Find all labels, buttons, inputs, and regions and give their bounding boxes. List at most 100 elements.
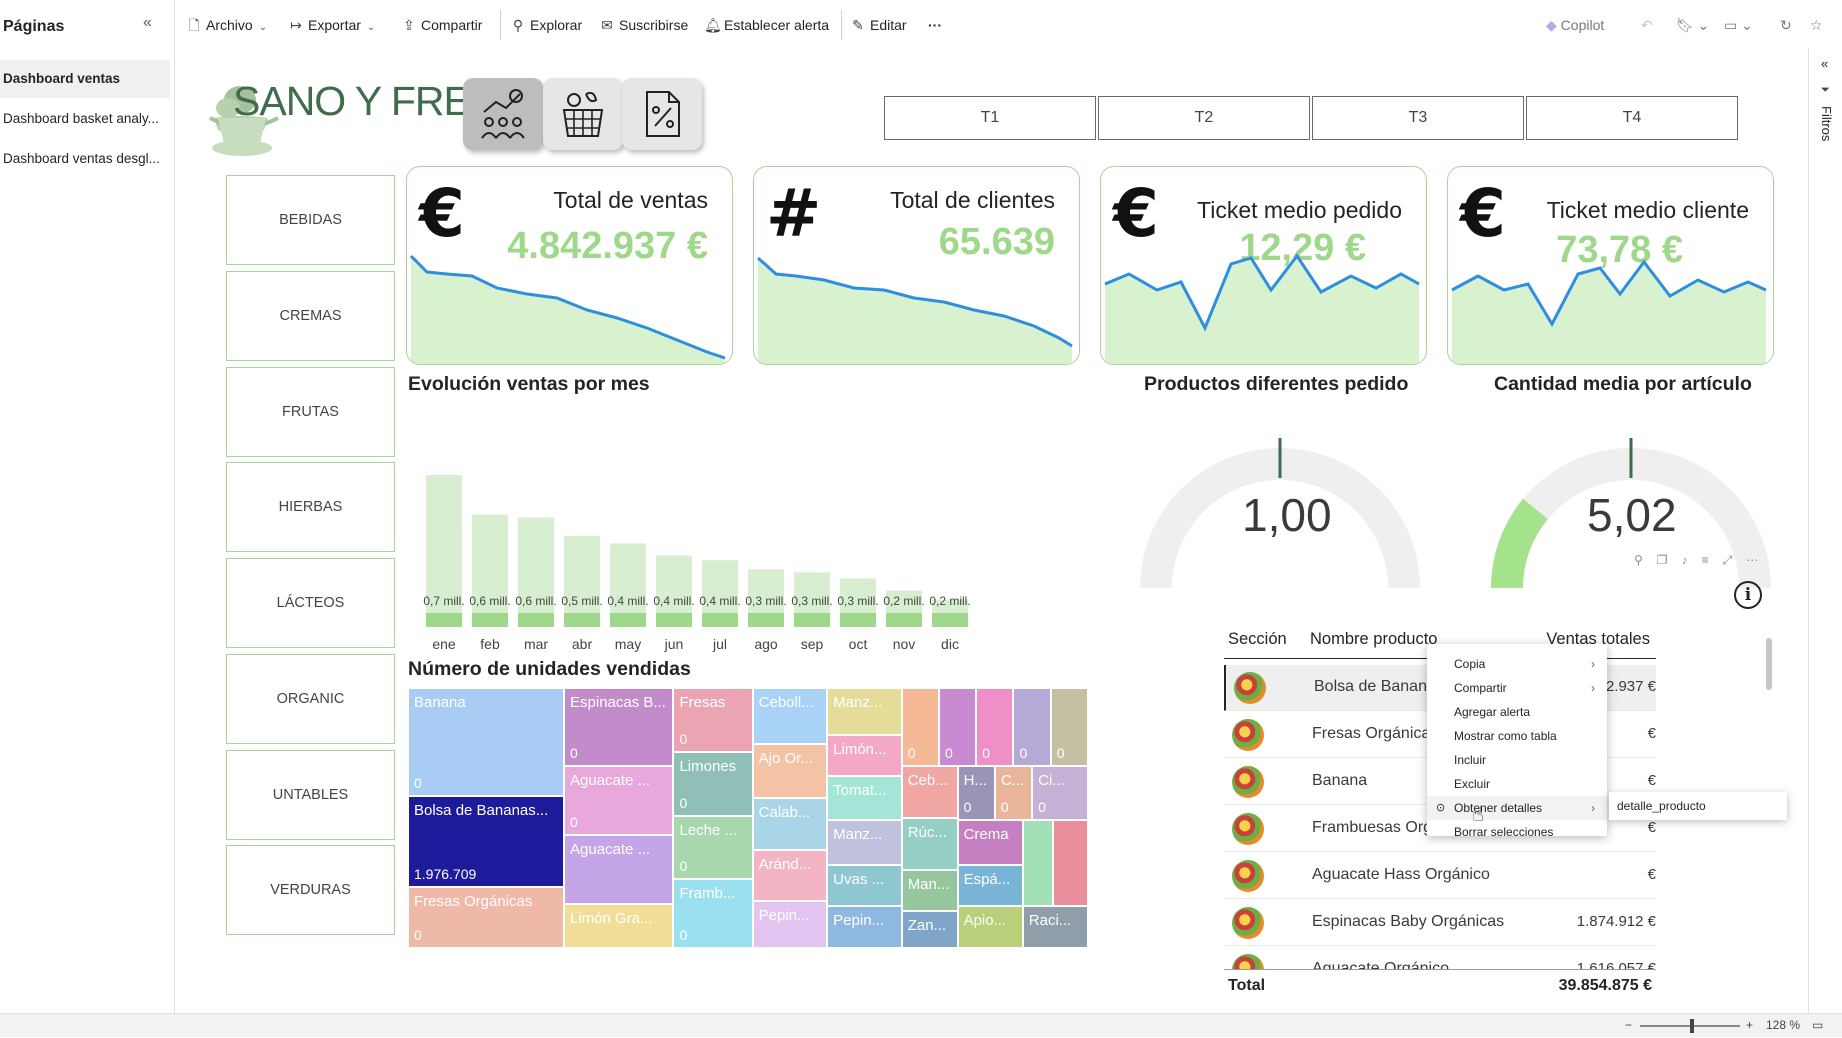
table-scrollbar[interactable]: [1766, 638, 1772, 690]
treemap-cell[interactable]: Aguacate ... 0: [564, 766, 674, 836]
treemap-cell[interactable]: Ceboll...: [752, 688, 828, 745]
expand-chevron-icon[interactable]: «: [1821, 56, 1828, 71]
treemap-cell[interactable]: Aránd...: [752, 849, 828, 902]
treemap-cell[interactable]: Bolsa de Bananas... 1.976.709: [408, 795, 565, 887]
treemap-cell[interactable]: Uvas ...: [827, 864, 902, 907]
table-row[interactable]: Aguacate Hass Orgánico €: [1224, 853, 1656, 899]
treemap-cell[interactable]: Fresas 0: [673, 688, 753, 752]
focus-mode-icon[interactable]: ⤢: [1723, 553, 1747, 567]
treemap-cell[interactable]: Pepin...: [827, 906, 902, 948]
kpi-ticket-medio-pedido[interactable]: € Ticket medio pedido 12,29 €: [1100, 166, 1427, 365]
page-item-ventas-desglose[interactable]: Dashboard ventas desgl...: [0, 140, 170, 178]
treemap-cell[interactable]: 0: [976, 688, 1014, 767]
treemap-cell[interactable]: Manz...: [827, 688, 902, 735]
treemap-cell[interactable]: Limón...: [827, 734, 902, 777]
filters-pane[interactable]: « ⏷ Filtros: [1808, 48, 1842, 1013]
treemap-cell[interactable]: C... 0: [994, 766, 1033, 821]
nav-discount-button[interactable]: [622, 78, 702, 150]
copy-icon[interactable]: ❐: [1657, 553, 1682, 567]
pin-icon[interactable]: ⚲: [1634, 553, 1657, 567]
treemap-cell[interactable]: Ceb...: [901, 766, 958, 818]
page-item-dashboard-ventas[interactable]: Dashboard ventas: [0, 60, 170, 98]
quarter-t3-button[interactable]: T3: [1312, 96, 1524, 140]
quarter-t2-button[interactable]: T2: [1098, 96, 1310, 140]
column-header-producto[interactable]: Nombre producto: [1310, 630, 1437, 649]
refresh-icon[interactable]: ↻: [1780, 14, 1792, 36]
section-frutas-button[interactable]: FRUTAS: [226, 367, 395, 457]
nav-basket-button[interactable]: [543, 78, 623, 150]
section-bebidas-button[interactable]: BEBIDAS: [226, 175, 395, 265]
treemap-cell[interactable]: 0: [938, 688, 977, 767]
archivo-menu[interactable]: 🗋 Archivo ⌄: [186, 14, 267, 36]
menu-item-mostrar-tabla[interactable]: Mostrar como tabla: [1427, 724, 1607, 748]
treemap-cell[interactable]: Limones 0: [673, 751, 753, 816]
menu-item-agregar-alerta[interactable]: Agregar alerta: [1427, 700, 1607, 724]
kpi-ticket-medio-cliente[interactable]: € Ticket medio cliente 73,78 €: [1447, 166, 1774, 365]
treemap-cell[interactable]: 0: [901, 688, 939, 767]
table-row[interactable]: Espinacas Baby Orgánicas 1.874.912 €: [1224, 900, 1656, 946]
favorite-star-icon[interactable]: ☆: [1810, 14, 1823, 36]
zoom-slider-thumb[interactable]: [1690, 1019, 1694, 1033]
quarter-t1-button[interactable]: T1: [884, 96, 1096, 140]
treemap-cell[interactable]: 0: [1013, 688, 1051, 767]
zoom-out-icon[interactable]: −: [1625, 1018, 1632, 1032]
explorar-button[interactable]: ⚲ Explorar: [510, 14, 582, 36]
compartir-button[interactable]: ⇪ Compartir: [401, 14, 482, 36]
treemap-cell[interactable]: Espá...: [957, 864, 1023, 907]
menu-item-compartir[interactable]: Compartir ›: [1427, 676, 1607, 700]
zoom-in-icon[interactable]: +: [1746, 1018, 1753, 1032]
treemap-cell[interactable]: Ci... 0: [1032, 766, 1088, 821]
section-untables-button[interactable]: UNTABLES: [226, 750, 395, 840]
nav-sales-button[interactable]: [463, 78, 543, 150]
treemap-cell[interactable]: [1053, 820, 1088, 907]
treemap-cell[interactable]: H... 0: [957, 766, 995, 821]
fit-page-icon[interactable]: ▭: [1812, 1018, 1823, 1032]
bookmark-icon[interactable]: 🔖︎ ⌄: [1676, 14, 1709, 36]
more-options-button[interactable]: ···: [928, 14, 942, 36]
menu-item-copia[interactable]: Copia ›: [1427, 652, 1607, 676]
treemap-cell[interactable]: Calab...: [752, 798, 828, 850]
page-item-basket-analysis[interactable]: Dashboard basket analy...: [0, 100, 170, 138]
submenu-detalle-producto[interactable]: detalle_producto: [1609, 792, 1787, 820]
kpi-total-ventas[interactable]: € Total de ventas 4.842.937 €: [406, 166, 733, 365]
view-icon[interactable]: ▭ ⌄: [1724, 14, 1753, 36]
units-sold-treemap[interactable]: Banana 0 Bolsa de Bananas... 1.976.709 Fresa…: [408, 688, 1088, 948]
treemap-cell[interactable]: Pepin...: [752, 901, 828, 948]
bar-feb[interactable]: [472, 514, 508, 627]
suscribirse-button[interactable]: ✉ Suscribirse: [599, 14, 688, 36]
section-cremas-button[interactable]: CREMAS: [226, 271, 395, 361]
treemap-cell[interactable]: Rúc...: [901, 818, 958, 870]
treemap-cell[interactable]: Aguacate ...: [564, 835, 674, 904]
copilot-button[interactable]: ◆ Copilot: [1546, 14, 1604, 36]
treemap-cell[interactable]: Manz...: [827, 820, 902, 865]
kpi-total-clientes[interactable]: # Total de clientes 65.639: [753, 166, 1080, 365]
undo-icon[interactable]: ↶: [1641, 14, 1653, 36]
treemap-cell[interactable]: Fresas Orgánicas 0: [408, 886, 565, 948]
treemap-cell[interactable]: Leche ... 0: [673, 815, 753, 880]
treemap-cell[interactable]: Tomat...: [827, 776, 902, 821]
bar-mar[interactable]: [518, 517, 554, 627]
section-hierbas-button[interactable]: HIERBAS: [226, 462, 395, 552]
section-verduras-button[interactable]: VERDURAS: [226, 845, 395, 935]
collapse-pane-icon[interactable]: «: [143, 14, 152, 32]
treemap-cell[interactable]: Framb... 0: [673, 879, 753, 948]
section-organic-button[interactable]: ORGANIC: [226, 654, 395, 744]
treemap-cell[interactable]: Banana 0: [408, 688, 565, 796]
treemap-cell[interactable]: Apio...: [957, 906, 1023, 948]
treemap-cell[interactable]: 0: [1050, 688, 1088, 767]
treemap-cell[interactable]: [1022, 820, 1054, 907]
treemap-cell[interactable]: Raci...: [1022, 906, 1088, 948]
menu-item-excluir[interactable]: Excluir: [1427, 772, 1607, 796]
bell-icon[interactable]: ♪: [1682, 553, 1702, 567]
treemap-cell[interactable]: Espinacas B... 0: [564, 688, 674, 767]
visual-header-icons[interactable]: ⚲❐♪≡⤢⋯: [1634, 553, 1772, 568]
filter-icon[interactable]: ≡: [1702, 553, 1723, 567]
treemap-cell[interactable]: Zan...: [901, 911, 958, 948]
info-icon[interactable]: i: [1734, 581, 1762, 609]
treemap-cell[interactable]: Man...: [901, 869, 958, 912]
more-icon[interactable]: ⋯: [1746, 553, 1772, 567]
monthly-sales-bar-chart[interactable]: 0,7 mill. ene 0,6 mill. feb 0,6 mill. mar 0,5 …: [408, 420, 988, 675]
menu-item-obtener-detalles[interactable]: ⊙ Obtener detalles ›: [1427, 796, 1607, 820]
menu-item-incluir[interactable]: Incluir: [1427, 748, 1607, 772]
treemap-cell[interactable]: Crema: [957, 820, 1023, 865]
